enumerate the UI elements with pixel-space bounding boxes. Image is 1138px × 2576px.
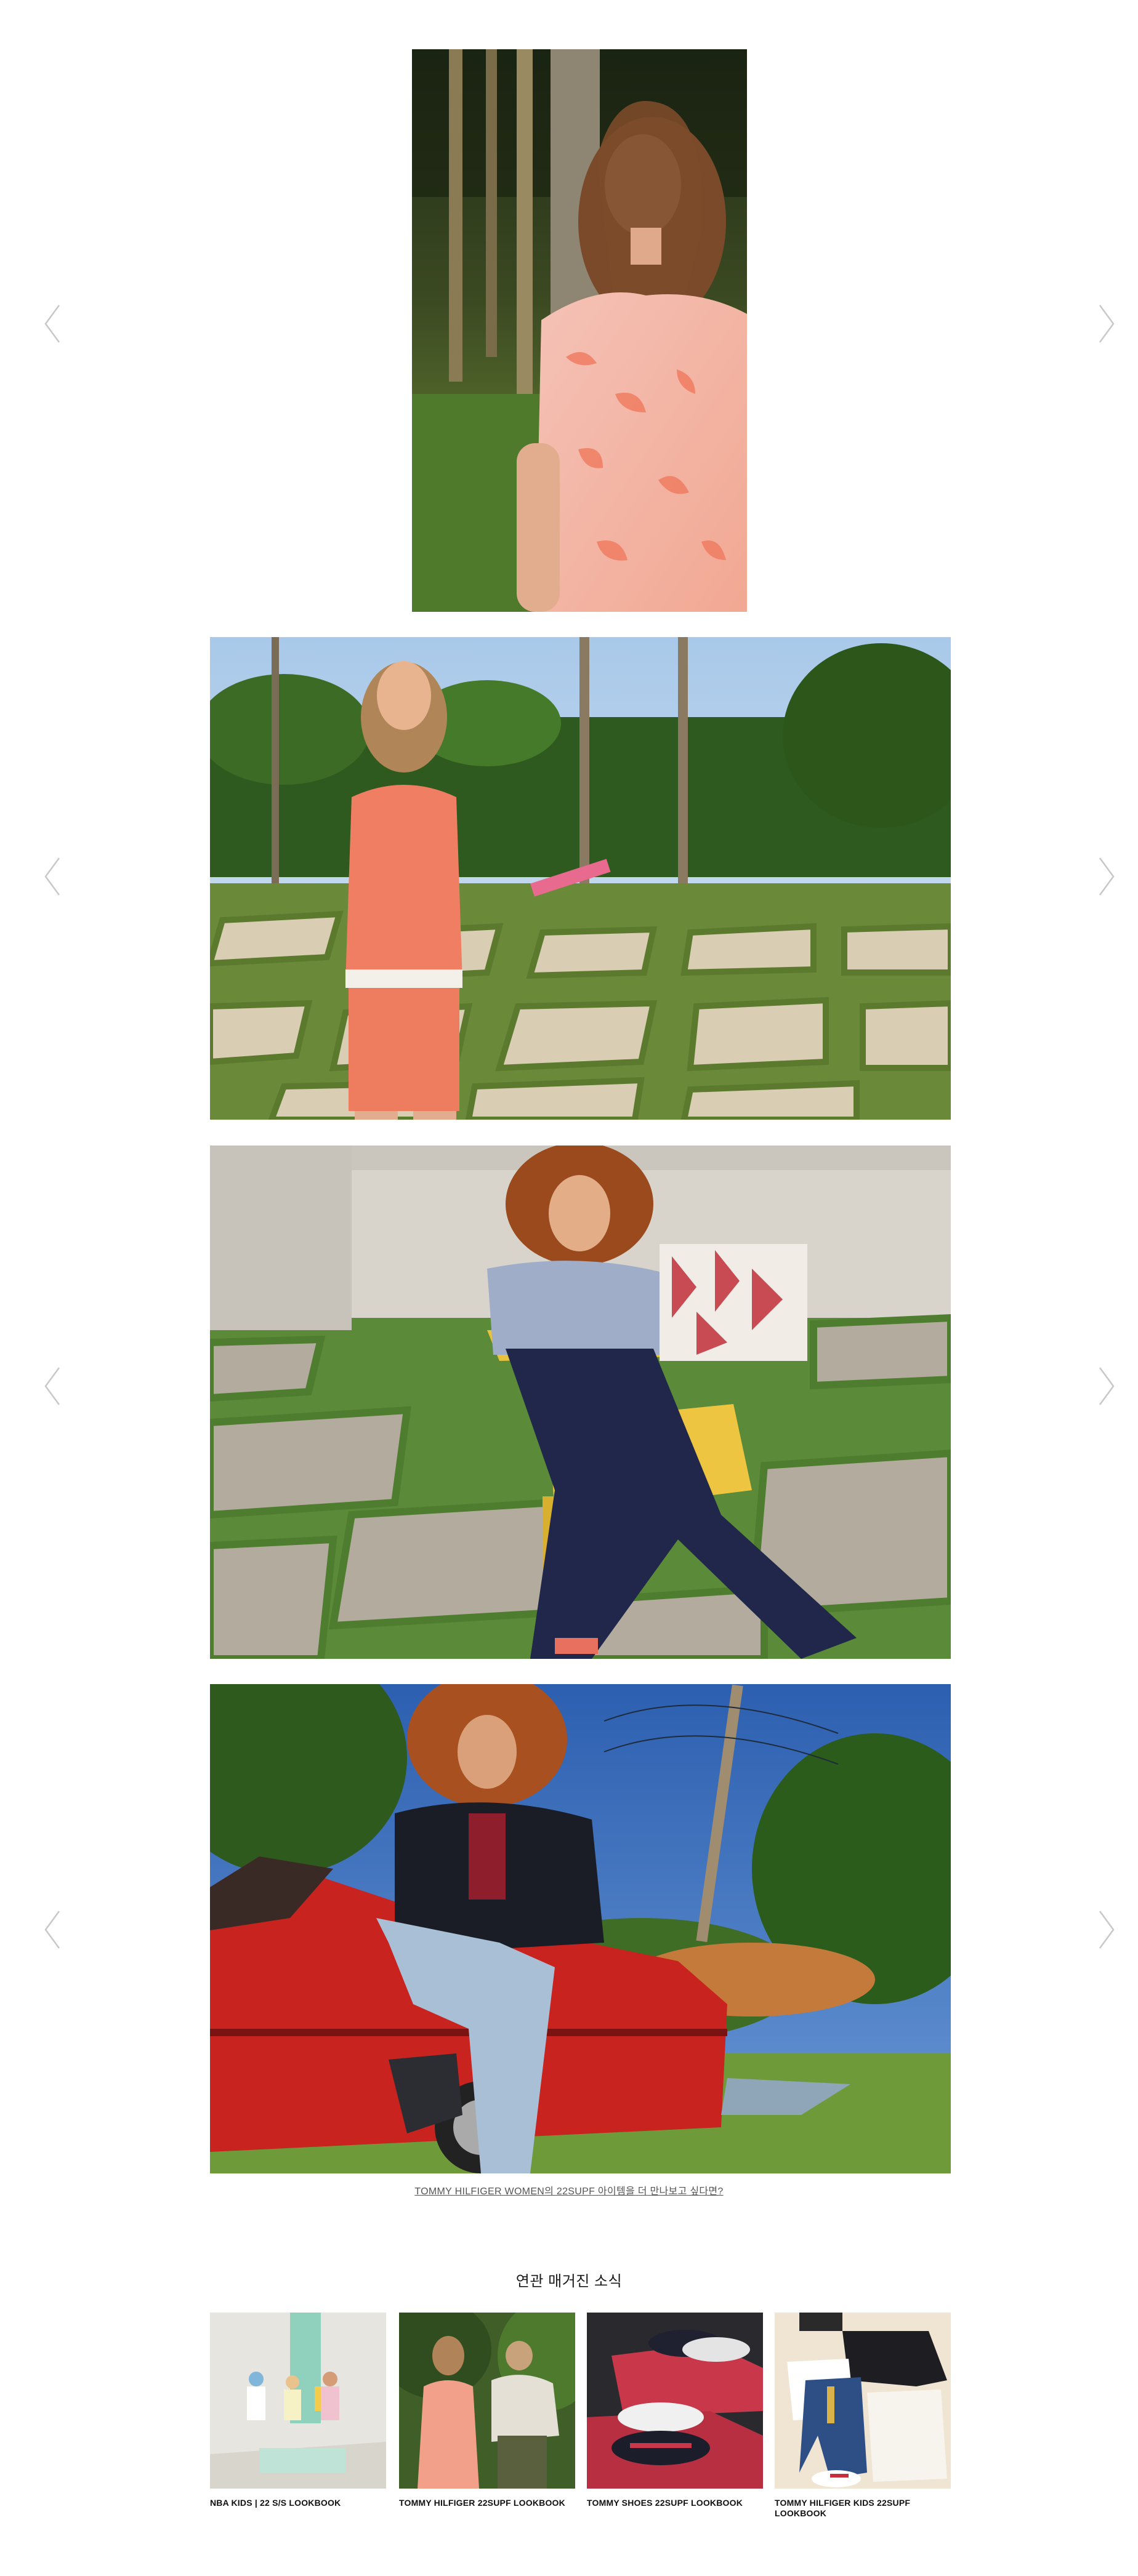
slide-4-next-arrow[interactable] — [1094, 1905, 1118, 1954]
chevron-right-icon — [1099, 305, 1115, 343]
related-card-2-image — [399, 2313, 575, 2489]
related-magazine-title: 연관 매거진 소식 — [515, 2273, 623, 2290]
slide-4-photo — [210, 1684, 951, 2173]
chevron-left-icon — [44, 305, 60, 343]
related-card-4[interactable]: TOMMY HILFIGER KIDS 22SUPF LOOKBOOK — [775, 2313, 951, 2519]
chevron-left-icon — [44, 1367, 60, 1405]
slide-3 — [210, 1146, 951, 1659]
related-card-1-image — [210, 2313, 386, 2489]
slide-3-next-arrow[interactable] — [1094, 1362, 1118, 1411]
related-card-4-thumbnail[interactable] — [775, 2313, 951, 2489]
slide-1-prev-arrow[interactable] — [41, 299, 65, 348]
related-card-2-caption[interactable]: TOMMY HILFIGER 22SUPF LOOKBOOK — [399, 2498, 575, 2508]
related-card-4-image — [775, 2313, 951, 2489]
slide-2-photo — [210, 637, 951, 1120]
chevron-left-icon — [44, 857, 60, 896]
related-card-1-caption[interactable]: NBA KIDS | 22 S/S LOOKBOOK — [210, 2498, 386, 2508]
related-card-2-thumbnail[interactable] — [399, 2313, 575, 2489]
related-card-3-thumbnail[interactable] — [587, 2313, 763, 2489]
related-card-4-caption[interactable]: TOMMY HILFIGER KIDS 22SUPF LOOKBOOK — [775, 2498, 951, 2519]
chevron-right-icon — [1099, 1911, 1115, 1949]
chevron-right-icon — [1099, 857, 1115, 896]
slide-2 — [210, 637, 951, 1120]
slide-1-photo — [412, 49, 747, 612]
slide-2-prev-arrow[interactable] — [41, 852, 65, 901]
related-card-1[interactable]: NBA KIDS | 22 S/S LOOKBOOK — [210, 2313, 386, 2508]
slide-2-next-arrow[interactable] — [1094, 852, 1118, 901]
more-items-link[interactable]: TOMMY HILFIGER WOMEN의 22SUPF 아이템을 더 만나보고… — [0, 2183, 1138, 2197]
related-card-3-caption[interactable]: TOMMY SHOES 22SUPF LOOKBOOK — [587, 2498, 763, 2508]
slide-4-prev-arrow[interactable] — [41, 1905, 65, 1954]
chevron-left-icon — [44, 1911, 60, 1949]
related-card-3-image — [587, 2313, 763, 2489]
related-card-1-thumbnail[interactable] — [210, 2313, 386, 2489]
slide-3-prev-arrow[interactable] — [41, 1362, 65, 1411]
slide-1 — [412, 49, 747, 612]
slide-3-photo — [210, 1146, 951, 1659]
slide-1-next-arrow[interactable] — [1094, 299, 1118, 348]
chevron-right-icon — [1099, 1367, 1115, 1405]
related-card-3[interactable]: TOMMY SHOES 22SUPF LOOKBOOK — [587, 2313, 763, 2508]
slide-4 — [210, 1684, 951, 2173]
related-card-2[interactable]: TOMMY HILFIGER 22SUPF LOOKBOOK — [399, 2313, 575, 2508]
